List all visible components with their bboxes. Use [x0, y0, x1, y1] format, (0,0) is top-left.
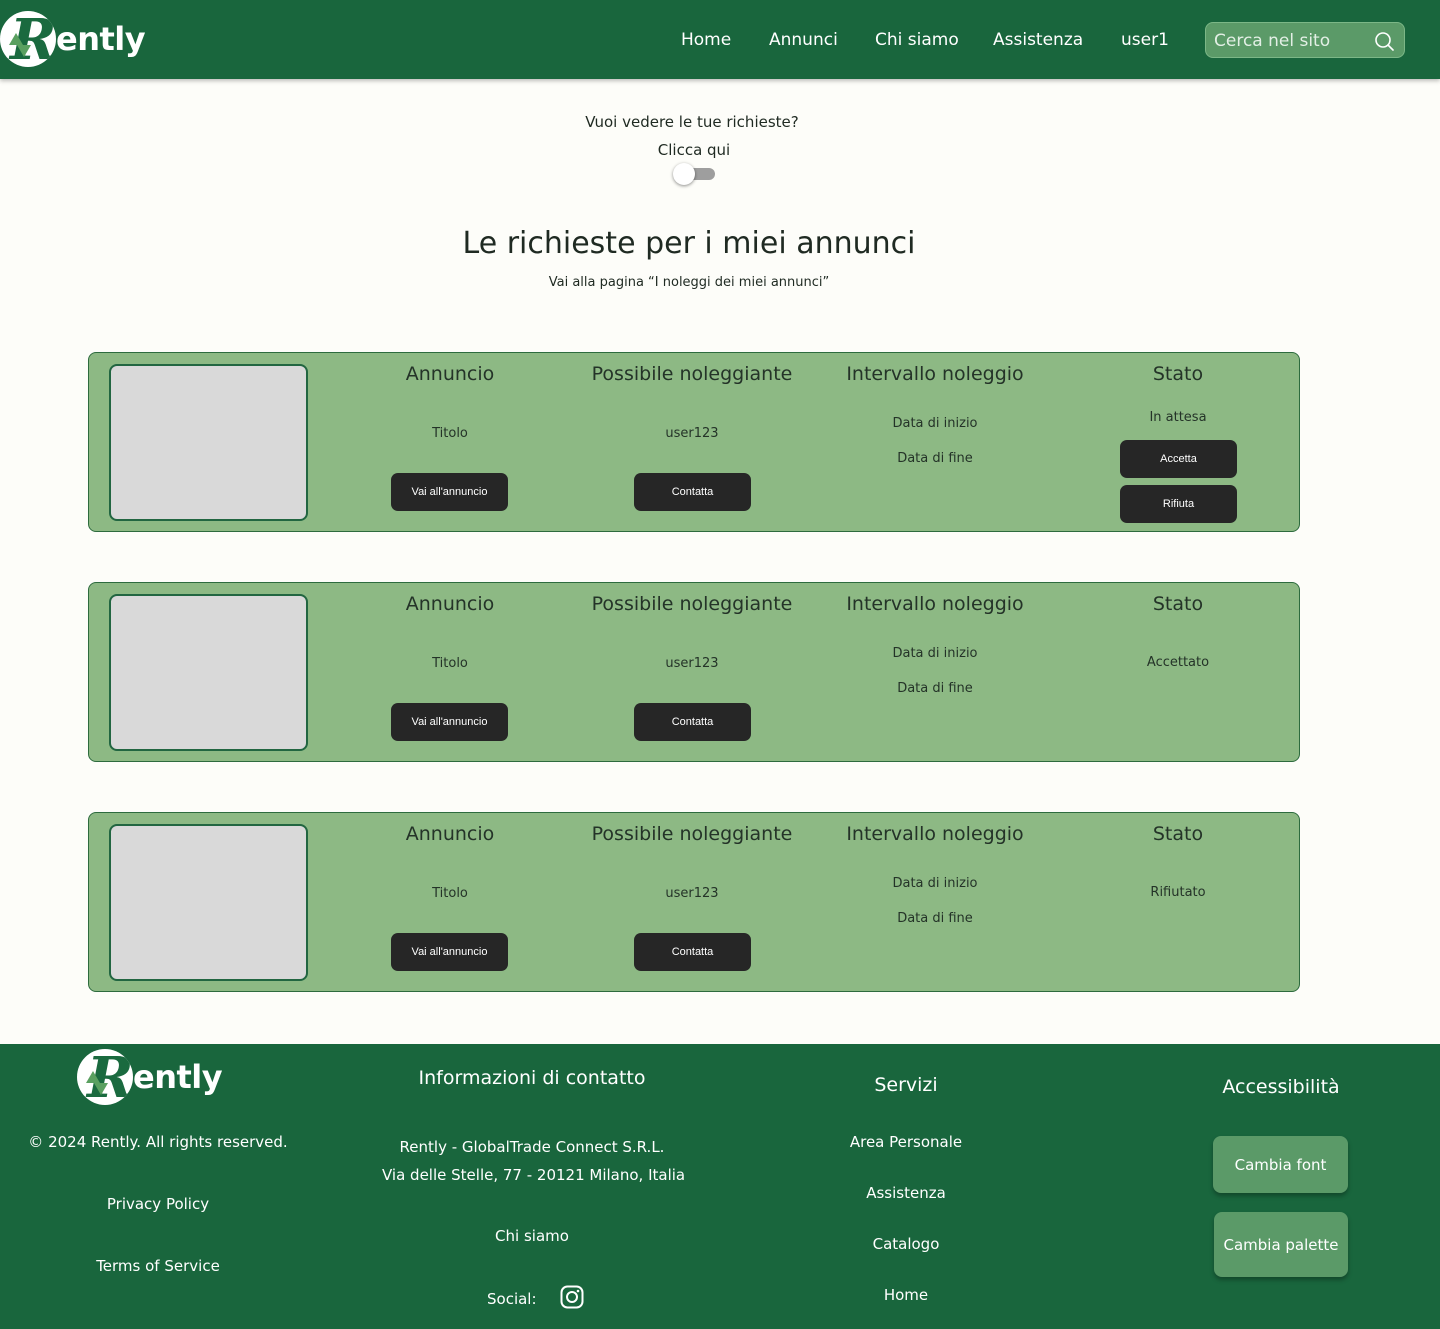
column-heading-intervallo: Intervallo noleggio — [846, 363, 1024, 385]
site-footer: R ently © 2024 Rently. All rights reserv… — [0, 1044, 1440, 1329]
change-font-button[interactable]: Cambia font — [1213, 1136, 1348, 1193]
contact-button[interactable]: Contatta — [634, 473, 751, 511]
reject-button[interactable]: Rifiuta — [1120, 485, 1237, 523]
listing-thumbnail[interactable] — [109, 364, 308, 521]
copyright-text: © 2024 Rently. All rights reserved. — [28, 1133, 288, 1151]
listing-thumbnail[interactable] — [109, 824, 308, 981]
rental-end-date: Data di fine — [897, 451, 973, 466]
accept-button[interactable]: Accetta — [1120, 440, 1237, 478]
column-heading-stato: Stato — [1152, 363, 1204, 385]
toggle-knob — [673, 163, 695, 185]
brand-logo[interactable]: R ently — [0, 11, 146, 67]
nav-item-annunci[interactable]: Annunci — [769, 30, 838, 50]
footer-about-link[interactable]: Chi siamo — [382, 1227, 682, 1245]
service-link-catalogo[interactable]: Catalogo — [756, 1235, 1056, 1253]
rental-end-date: Data di fine — [897, 911, 973, 926]
column-heading-intervallo: Intervallo noleggio — [846, 823, 1024, 845]
contact-button[interactable]: Contatta — [634, 703, 751, 741]
rental-end-date: Data di fine — [897, 681, 973, 696]
rental-start-date: Data di inizio — [892, 416, 978, 431]
instagram-icon[interactable] — [560, 1285, 584, 1309]
column-heading-annuncio: Annuncio — [405, 593, 495, 615]
contact-button[interactable]: Contatta — [634, 933, 751, 971]
privacy-policy-link[interactable]: Privacy Policy — [0, 1195, 316, 1213]
services-heading: Servizi — [874, 1074, 938, 1096]
click-here-label: Clicca qui — [657, 141, 731, 159]
status-label: Rifiutato — [1150, 885, 1206, 900]
social-label: Social: — [487, 1290, 537, 1308]
accessibility-heading: Accessibilità — [1222, 1076, 1340, 1098]
top-navbar: R ently Home Annunci Chi siamo Assistenz… — [0, 0, 1440, 79]
service-link-home[interactable]: Home — [756, 1286, 1056, 1304]
logo-mark-icon: R — [77, 1049, 133, 1105]
contact-info-heading: Informazioni di contatto — [418, 1067, 646, 1089]
renter-username: user123 — [665, 426, 719, 441]
company-name: Rently - GlobalTrade Connect S.R.L. — [399, 1138, 665, 1156]
column-heading-noleggiante: Possibile noleggiante — [591, 823, 793, 845]
go-to-listing-button[interactable]: Vai all'annuncio — [391, 703, 508, 741]
go-to-listing-button[interactable]: Vai all'annuncio — [391, 473, 508, 511]
listing-title: Titolo — [432, 886, 468, 901]
service-link-assistenza[interactable]: Assistenza — [756, 1184, 1056, 1202]
page-title: Le richieste per i miei annunci — [462, 226, 916, 261]
column-heading-stato: Stato — [1152, 823, 1204, 845]
request-card: Annuncio Possibile noleggiante Intervall… — [88, 582, 1300, 762]
renter-username: user123 — [665, 886, 719, 901]
status-label: In attesa — [1149, 410, 1207, 425]
status-label: Accettato — [1146, 655, 1210, 670]
nav-item-user[interactable]: user1 — [1121, 30, 1169, 50]
renter-username: user123 — [665, 656, 719, 671]
listing-thumbnail[interactable] — [109, 594, 308, 751]
footer-logo[interactable]: R ently — [77, 1049, 223, 1105]
search-box — [1205, 22, 1405, 58]
column-heading-intervallo: Intervallo noleggio — [846, 593, 1024, 615]
listing-title: Titolo — [432, 656, 468, 671]
logo-text: ently — [56, 20, 146, 58]
nav-item-home[interactable]: Home — [681, 30, 731, 50]
column-heading-annuncio: Annuncio — [405, 823, 495, 845]
column-heading-stato: Stato — [1152, 593, 1204, 615]
search-input[interactable] — [1214, 29, 1374, 53]
request-card: Annuncio Possibile noleggiante Intervall… — [88, 352, 1300, 532]
rental-start-date: Data di inizio — [892, 876, 978, 891]
nav-item-assistenza[interactable]: Assistenza — [993, 30, 1083, 50]
column-heading-annuncio: Annuncio — [405, 363, 495, 385]
rental-start-date: Data di inizio — [892, 646, 978, 661]
view-requests-toggle[interactable] — [673, 163, 717, 185]
listing-title: Titolo — [432, 426, 468, 441]
requests-question: Vuoi vedere le tue richieste? — [585, 113, 799, 131]
nav-item-chi-siamo[interactable]: Chi siamo — [875, 30, 959, 50]
column-heading-noleggiante: Possibile noleggiante — [591, 593, 793, 615]
request-card: Annuncio Possibile noleggiante Intervall… — [88, 812, 1300, 992]
rentals-page-link[interactable]: Vai alla pagina “I noleggi dei miei annu… — [0, 275, 1378, 290]
search-icon[interactable] — [1374, 31, 1394, 51]
service-link-area-personale[interactable]: Area Personale — [756, 1133, 1056, 1151]
go-to-listing-button[interactable]: Vai all'annuncio — [391, 933, 508, 971]
company-address: Via delle Stelle, 77 - 20121 Milano, Ita… — [382, 1166, 686, 1184]
logo-text: ently — [133, 1058, 223, 1096]
change-palette-button[interactable]: Cambia palette — [1214, 1212, 1348, 1277]
logo-mark-icon: R — [0, 11, 56, 67]
column-heading-noleggiante: Possibile noleggiante — [591, 363, 793, 385]
terms-of-service-link[interactable]: Terms of Service — [0, 1257, 316, 1275]
